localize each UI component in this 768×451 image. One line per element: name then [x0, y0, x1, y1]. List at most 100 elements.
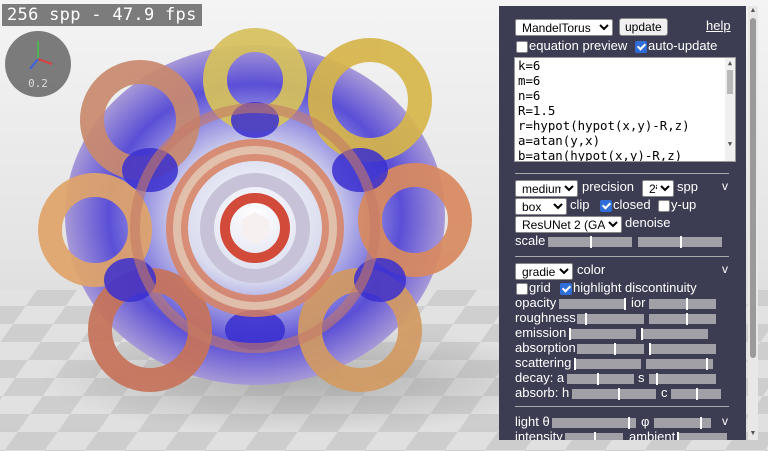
code-line: R=1.5: [518, 103, 556, 118]
slider-knob[interactable]: [649, 343, 651, 355]
absorb-h-slider[interactable]: [572, 388, 656, 400]
precision-label: precision: [582, 179, 635, 194]
scale-readout: 0.2: [28, 77, 48, 90]
ambient-label: ambient: [629, 429, 676, 440]
absorption-label: absorption: [515, 340, 576, 355]
slider-knob[interactable]: [574, 358, 576, 370]
slider-knob[interactable]: [641, 328, 643, 340]
absorb-h-label: absorb: h: [515, 385, 570, 400]
scale-label: scale: [515, 233, 546, 248]
slider-knob[interactable]: [597, 373, 600, 385]
absorption-slider-2[interactable]: [649, 343, 716, 355]
slider-knob[interactable]: [696, 388, 698, 400]
slider-knob[interactable]: [706, 358, 709, 370]
code-line: r=hypot(hypot(x,y)-R,z): [518, 118, 690, 133]
divider: [515, 173, 729, 174]
absorption-slider-1[interactable]: [577, 343, 644, 355]
highlight-discontinuity-label: highlight discontinuity: [573, 280, 697, 295]
divider: [515, 406, 729, 407]
update-button[interactable]: update: [619, 18, 668, 36]
grid-label: grid: [529, 280, 551, 295]
axis-gizmo[interactable]: 0.2: [5, 31, 71, 97]
slider-knob[interactable]: [594, 432, 596, 440]
slider-knob[interactable]: [685, 298, 688, 310]
absorb-c-slider[interactable]: [671, 388, 721, 400]
help-link[interactable]: help: [706, 18, 731, 33]
scale-slider-1[interactable]: [548, 236, 632, 248]
decay-a-slider[interactable]: [567, 373, 634, 385]
code-line: k=6: [518, 58, 541, 73]
y-up-checkbox[interactable]: [658, 200, 670, 212]
scattering-slider-1[interactable]: [574, 358, 641, 370]
code-line: n=6: [518, 88, 541, 103]
intensity-label: intensity: [515, 429, 563, 440]
panel-scroll-thumb[interactable]: [750, 18, 756, 358]
opacity-slider[interactable]: [559, 298, 626, 310]
panel-scrollbar[interactable]: ▲ ▼: [748, 6, 758, 440]
roughness-slider-1[interactable]: [577, 313, 644, 325]
slider-knob[interactable]: [680, 236, 682, 248]
ior-label: ior: [631, 295, 646, 310]
collapse-color-toggle[interactable]: v: [722, 262, 728, 276]
scale-slider-2[interactable]: [638, 236, 722, 248]
decay-s-label: s: [638, 370, 645, 385]
divider: [515, 256, 729, 257]
scroll-up-icon[interactable]: ▲: [748, 7, 758, 15]
light-theta-label: light θ: [515, 414, 550, 429]
intensity-slider[interactable]: [565, 432, 623, 440]
slider-knob[interactable]: [569, 328, 571, 340]
emission-label: emission: [515, 325, 567, 340]
slider-knob[interactable]: [618, 388, 621, 400]
precision-select[interactable]: medium: [515, 180, 578, 197]
slider-knob[interactable]: [585, 313, 588, 325]
absorb-c-label: c: [661, 385, 668, 400]
slider-knob[interactable]: [624, 298, 626, 310]
clip-select[interactable]: box: [515, 198, 567, 215]
y-up-label: y-up: [671, 197, 697, 212]
auto-update-label: auto-update: [648, 38, 718, 53]
color-mode-select[interactable]: gradient: [515, 263, 573, 280]
equation-preview-label: equation preview: [529, 38, 628, 53]
emission-slider-2[interactable]: [641, 328, 708, 340]
preset-select[interactable]: MandelTorus: [515, 19, 613, 36]
slider-knob[interactable]: [677, 432, 679, 440]
equation-editor[interactable]: k=6 m=6 n=6 R=1.5 r=hypot(hypot(x,y)-R,z) a=a…: [514, 57, 736, 162]
spp-select[interactable]: 2ª: [642, 180, 674, 197]
color-label: color: [577, 262, 606, 277]
slider-knob[interactable]: [655, 373, 658, 385]
scroll-down-icon[interactable]: ▼: [748, 430, 758, 438]
slider-knob[interactable]: [699, 417, 702, 429]
scattering-label: scattering: [515, 355, 572, 370]
slider-knob[interactable]: [613, 343, 616, 355]
slider-knob[interactable]: [590, 236, 592, 248]
stats-readout: 256 spp - 47.9 fps: [2, 4, 202, 26]
slider-knob[interactable]: [685, 313, 688, 325]
decay-s-slider[interactable]: [649, 373, 716, 385]
denoise-select[interactable]: ResUNet 2 (GAN): [515, 216, 622, 233]
editor-scrollbar[interactable]: ▲ ▼: [725, 58, 735, 161]
light-phi-slider[interactable]: [654, 417, 711, 429]
scattering-slider-2[interactable]: [646, 358, 713, 370]
settings-panel: MandelTorus update help equation preview…: [499, 6, 746, 440]
equation-code: k=6 m=6 n=6 R=1.5 r=hypot(hypot(x,y)-R,z) a=a…: [515, 58, 735, 162]
grid-checkbox[interactable]: [516, 283, 528, 295]
equation-preview-checkbox[interactable]: [516, 41, 528, 53]
code-line: b=atan(hypot(x,y)-R,z): [518, 148, 683, 162]
ambient-slider[interactable]: [677, 432, 727, 440]
ior-slider[interactable]: [649, 298, 716, 310]
clip-label: clip: [570, 197, 590, 212]
code-line: a=atan(y,x): [518, 133, 601, 148]
auto-update-checkbox[interactable]: [635, 41, 647, 53]
emission-slider-1[interactable]: [569, 328, 636, 340]
slider-knob[interactable]: [627, 417, 630, 429]
highlight-discontinuity-checkbox[interactable]: [560, 283, 572, 295]
collapse-render-toggle[interactable]: v: [722, 179, 728, 193]
roughness-label: roughness: [515, 310, 576, 325]
collapse-light-toggle[interactable]: v: [722, 414, 728, 428]
closed-checkbox[interactable]: [600, 200, 612, 212]
closed-label: closed: [613, 197, 651, 212]
light-theta-slider[interactable]: [552, 417, 636, 429]
opacity-label: opacity: [515, 295, 557, 310]
code-line: m=6: [518, 73, 541, 88]
roughness-slider-2[interactable]: [649, 313, 716, 325]
